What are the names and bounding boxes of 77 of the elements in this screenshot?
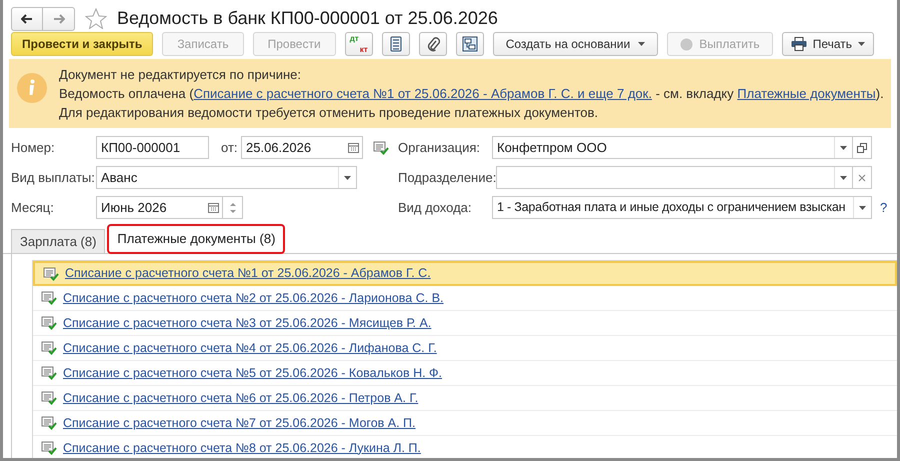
- document-link[interactable]: Списание с расчетного счета №7 от 25.06.2026 - Могов А. П.: [63, 414, 416, 432]
- document-check-icon: [41, 316, 57, 330]
- document-check-icon: [41, 416, 57, 430]
- input-field[interactable]: КП00-000001: [96, 136, 209, 159]
- document-check-icon: [41, 441, 57, 455]
- info-footer: Для редактирования ведомости требуется отменить проведение платежных документов.: [59, 103, 884, 122]
- document-row[interactable]: Списание с расчетного счета №2 от 25.06.2026 - Ларионова С. В.: [33, 286, 897, 311]
- document-link[interactable]: Списание с расчетного счета №8 от 25.06.2026 - Лукина Л. П.: [63, 438, 421, 458]
- calendar-icon: [348, 142, 358, 153]
- toolbar-icon-button[interactable]: [382, 32, 410, 56]
- document-link[interactable]: Платежные документы: [737, 86, 876, 101]
- input-field[interactable]: 1 - Заработная плата и иные доходы с ограничением взыскан: [492, 196, 872, 219]
- star-icon[interactable]: [85, 8, 107, 29]
- document-row[interactable]: Списание с расчетного счета №6 от 25.06.2026 - Петров А. Г.: [33, 386, 897, 411]
- caret-icon: [344, 176, 351, 180]
- caret-icon: [858, 42, 865, 46]
- back-arrow-icon: [21, 14, 33, 24]
- spinner[interactable]: [223, 196, 243, 219]
- tab[interactable]: Зарплата (8): [11, 229, 106, 253]
- document-row[interactable]: Списание с расчетного счета №3 от 25.06.2026 - Мясищев Р. А.: [33, 311, 897, 336]
- field-label: Номер:: [11, 138, 56, 157]
- document-link[interactable]: Списание с расчетного счета №1 от 25.06.2026 - Абрамов Г. С.: [65, 264, 431, 283]
- open-button[interactable]: [853, 136, 872, 159]
- document-row[interactable]: Списание с расчетного счета №7 от 25.06.2026 - Могов А. П.: [33, 411, 897, 436]
- input-field[interactable]: [496, 166, 853, 189]
- field-label: Вид дохода:: [398, 198, 473, 217]
- back-button[interactable]: [11, 6, 43, 30]
- document-link[interactable]: Списание с расчетного счета №2 от 25.06.2026 - Ларионова С. В.: [63, 288, 444, 308]
- info-icon: [17, 73, 47, 103]
- document-link[interactable]: Списание с расчетного счета №5 от 25.06.2026 - Ковальков Н. Ф.: [63, 364, 442, 382]
- post-and-close-button[interactable]: Провести и закрыть: [11, 32, 154, 56]
- input-field[interactable]: Аванс: [96, 166, 357, 189]
- paperclip-icon: [426, 36, 440, 52]
- caret-icon: [840, 146, 847, 150]
- field-label: Организация:: [398, 138, 482, 157]
- document-link[interactable]: Списание с расчетного счета №4 от 25.06.2026 - Лифанова С. Г.: [63, 338, 437, 358]
- document-link[interactable]: Списание с расчетного счета №3 от 25.06.2026 - Мясищев Р. А.: [63, 314, 432, 332]
- input-field[interactable]: 25.06.2026: [241, 136, 363, 159]
- document-check-icon[interactable]: [373, 140, 389, 154]
- caret-icon: [638, 42, 646, 46]
- document-row[interactable]: Списание с расчетного счета №8 от 25.06.2026 - Лукина Л. П.: [33, 436, 897, 458]
- list-icon: [390, 36, 402, 52]
- input-field[interactable]: Конфетпром ООО: [492, 136, 853, 159]
- print-button[interactable]: Печать: [782, 32, 874, 56]
- document-check-icon: [41, 291, 57, 305]
- document-check-icon: [43, 266, 59, 280]
- calendar-icon: [208, 202, 218, 213]
- coin-icon: [680, 38, 694, 50]
- create-based-on-button[interactable]: Создать на основании: [492, 32, 658, 56]
- forward-arrow-icon: [52, 14, 64, 24]
- info-heading: Документ не редактируется по причине:: [59, 66, 302, 84]
- debit-credit-button[interactable]: дт кт: [344, 32, 373, 56]
- document-link[interactable]: Списание с расчетного счета №1 от 25.06.2026 - Абрамов Г. С. и еще 7 док.: [194, 86, 652, 101]
- document-link[interactable]: Списание с расчетного счета №6 от 25.06.2026 - Петров А. Г.: [63, 388, 418, 408]
- input-field[interactable]: Июнь 2026: [96, 196, 223, 219]
- field-label: Вид выплаты:: [11, 168, 96, 187]
- printer-icon: [790, 37, 807, 51]
- document-row[interactable]: Списание с расчетного счета №4 от 25.06.2026 - Лифанова С. Г.: [33, 336, 897, 361]
- field-label: Месяц:: [11, 198, 55, 217]
- caret-icon: [859, 206, 866, 210]
- document-check-icon: [41, 341, 57, 355]
- document-check-icon: [41, 391, 57, 405]
- help-link[interactable]: ?: [880, 198, 888, 218]
- toolbar-icon-button[interactable]: [456, 32, 484, 56]
- structure-icon: [462, 36, 478, 52]
- close-icon: [858, 174, 866, 182]
- caret-icon: [840, 176, 847, 180]
- toolbar-icon-button[interactable]: [418, 32, 447, 56]
- info-message: Ведомость оплачена (Списание с расчетного счета №1 от 25.06.2026 - Абрамов Г. С. и еще 7 док. - см. вкладку Платежные документы).: [59, 85, 884, 103]
- document-check-icon: [41, 366, 57, 380]
- document-row[interactable]: Списание с расчетного счета №5 от 25.06.2026 - Ковальков Н. Ф.: [33, 361, 897, 386]
- window-title: Ведомость в банк КП00-000001 от 25.06.2026: [117, 7, 498, 30]
- open-window-icon: [857, 142, 867, 152]
- tab[interactable]: Платежные документы (8): [109, 226, 284, 252]
- document-row[interactable]: Списание с расчетного счета №1 от 25.06.2026 - Абрамов Г. С.: [33, 261, 897, 286]
- field-label: от:: [221, 138, 239, 157]
- field-label: Подразделение:: [398, 168, 496, 187]
